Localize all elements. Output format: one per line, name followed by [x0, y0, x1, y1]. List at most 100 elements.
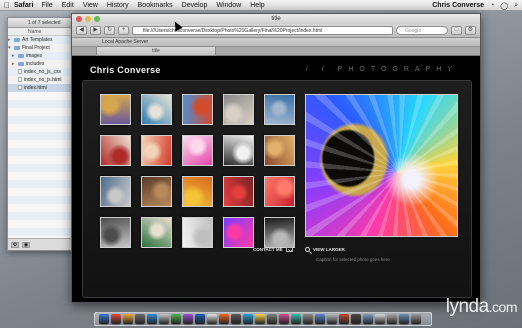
menu-app-name[interactable]: Safari — [14, 2, 33, 9]
thumbnail-13[interactable] — [182, 176, 213, 207]
dock-app-icon[interactable] — [267, 314, 277, 324]
dock-app-icon[interactable] — [411, 314, 421, 324]
dock-app-icon[interactable] — [315, 314, 325, 324]
close-window-icon[interactable] — [76, 16, 82, 22]
menu-window[interactable]: Window — [216, 2, 241, 9]
dock-app-icon[interactable] — [219, 314, 229, 324]
dock-app-icon[interactable] — [243, 314, 253, 324]
thumbnail-4[interactable] — [223, 94, 254, 125]
thumbnail-18[interactable] — [182, 217, 213, 248]
finder-item-final-project[interactable]: ▾ Final Project — [8, 44, 76, 52]
zoom-window-icon[interactable] — [94, 16, 100, 22]
dock-app-icon[interactable] — [147, 314, 157, 324]
menu-bookmarks[interactable]: Bookmarks — [138, 2, 173, 9]
page-menu-icon[interactable]: □ — [451, 26, 462, 35]
dock-app-icon[interactable] — [99, 314, 109, 324]
address-text: file:///Users/chrisconverse/Desktop/Phot… — [143, 28, 323, 34]
thumbnail-11[interactable] — [100, 176, 131, 207]
menu-file[interactable]: File — [41, 2, 52, 9]
spotlight-search-icon[interactable]: ⌕ — [514, 2, 518, 10]
bookmark-item[interactable]: Local Apache Server — [102, 38, 148, 46]
magnifier-icon — [305, 247, 310, 252]
dock-app-icon[interactable] — [363, 314, 373, 324]
search-field[interactable]: Google — [396, 26, 448, 35]
clock-icon[interactable]: ◯ — [500, 2, 508, 10]
dock-app-icon[interactable] — [399, 314, 409, 324]
forward-arrow-icon[interactable]: ▶ — [90, 26, 101, 35]
finder-item-index-no-js[interactable]: index_no_js.html — [8, 76, 76, 84]
finder-item-label: index_no_js_css — [24, 69, 61, 75]
finder-item-index-html[interactable]: index.html — [8, 84, 76, 92]
thumbnail-19[interactable] — [223, 217, 254, 248]
thumbnail-9[interactable] — [223, 135, 254, 166]
finder-item-images[interactable]: ▸ images — [8, 52, 76, 60]
thumbnail-20[interactable] — [264, 217, 295, 248]
minimize-window-icon[interactable] — [85, 16, 91, 22]
thumbnail-10[interactable] — [264, 135, 295, 166]
gear-icon[interactable]: ⚙ — [11, 241, 19, 248]
thumbnail-3[interactable] — [182, 94, 213, 125]
menu-develop[interactable]: Develop — [182, 2, 208, 9]
thumbnail-14[interactable] — [223, 176, 254, 207]
featured-photo[interactable] — [305, 94, 458, 237]
dock-app-icon[interactable] — [327, 314, 337, 324]
dock-app-icon[interactable] — [303, 314, 313, 324]
dock-app-icon[interactable] — [207, 314, 217, 324]
thumbnail-15[interactable] — [264, 176, 295, 207]
dock-app-icon[interactable] — [231, 314, 241, 324]
thumbnail-12[interactable] — [141, 176, 172, 207]
thumbnail-1[interactable] — [100, 94, 131, 125]
thumbnail-17[interactable] — [141, 217, 172, 248]
wifi-icon[interactable]: ◔ — [490, 2, 494, 9]
menu-help[interactable]: Help — [250, 2, 264, 9]
folder-icon — [18, 61, 24, 66]
dock-app-icon[interactable] — [339, 314, 349, 324]
contact-me-link[interactable]: CONTACT ME — [253, 247, 293, 252]
dock-app-icon[interactable] — [387, 314, 397, 324]
dock-app-icon[interactable] — [255, 314, 265, 324]
thumbnail-6[interactable] — [100, 135, 131, 166]
thumbnail-2[interactable] — [141, 94, 172, 125]
tab-current[interactable]: title — [96, 47, 216, 56]
finder-item-includes[interactable]: ▸ includes — [8, 60, 76, 68]
dock-app-icon[interactable] — [171, 314, 181, 324]
site-brand[interactable]: Chris Converse — [90, 65, 161, 75]
thumbnail-5[interactable] — [264, 94, 295, 125]
thumbnail-grid — [100, 94, 300, 259]
add-bookmark-icon[interactable]: + — [118, 26, 129, 35]
watermark-tld: .com — [488, 299, 518, 315]
safari-titlebar: title — [72, 14, 480, 24]
menu-edit[interactable]: Edit — [62, 2, 74, 9]
dock-app-icon[interactable] — [135, 314, 145, 324]
menu-view[interactable]: View — [83, 2, 98, 9]
dock-app-icon[interactable] — [159, 314, 169, 324]
finder-item-label: images — [26, 53, 43, 59]
dock-app-icon[interactable] — [195, 314, 205, 324]
dock-app-icon[interactable] — [111, 314, 121, 324]
menu-user-name[interactable]: Chris Converse — [432, 2, 484, 9]
dock-app-icon[interactable] — [279, 314, 289, 324]
settings-menu-icon[interactable]: ⚙ — [465, 26, 476, 35]
eye-icon[interactable]: ◉ — [22, 241, 30, 248]
thumbnail-16[interactable] — [100, 217, 131, 248]
dock-app-icon[interactable] — [123, 314, 133, 324]
thumbnail-8[interactable] — [182, 135, 213, 166]
safari-toolbar: ◀ ▶ ↻ + file:///Users/chrisconverse/Desk… — [72, 24, 480, 38]
view-larger-link[interactable]: VIEW LARGER — [305, 247, 345, 252]
dock-app-icon[interactable] — [291, 314, 301, 324]
dock-app-icon[interactable] — [183, 314, 193, 324]
finder-column-header[interactable]: Name — [8, 28, 76, 36]
mail-icon — [285, 247, 293, 252]
apple-menu-icon[interactable]:  — [0, 1, 14, 10]
reload-icon[interactable]: ↻ — [104, 26, 115, 35]
menu-history[interactable]: History — [107, 2, 129, 9]
thumbnail-7[interactable] — [141, 135, 172, 166]
site-section-title: / / PHOTOGRAPHY — [305, 66, 458, 73]
watermark-name: lynda — [445, 296, 489, 317]
back-arrow-icon[interactable]: ◀ — [76, 26, 87, 35]
finder-item-art-templates[interactable]: ▸ Art Templates — [8, 36, 76, 44]
address-bar[interactable]: file:///Users/chrisconverse/Desktop/Phot… — [132, 26, 393, 35]
dock-app-icon[interactable] — [375, 314, 385, 324]
finder-item-index-no-js-css[interactable]: index_no_js_css — [8, 68, 76, 76]
dock-app-icon[interactable] — [351, 314, 361, 324]
